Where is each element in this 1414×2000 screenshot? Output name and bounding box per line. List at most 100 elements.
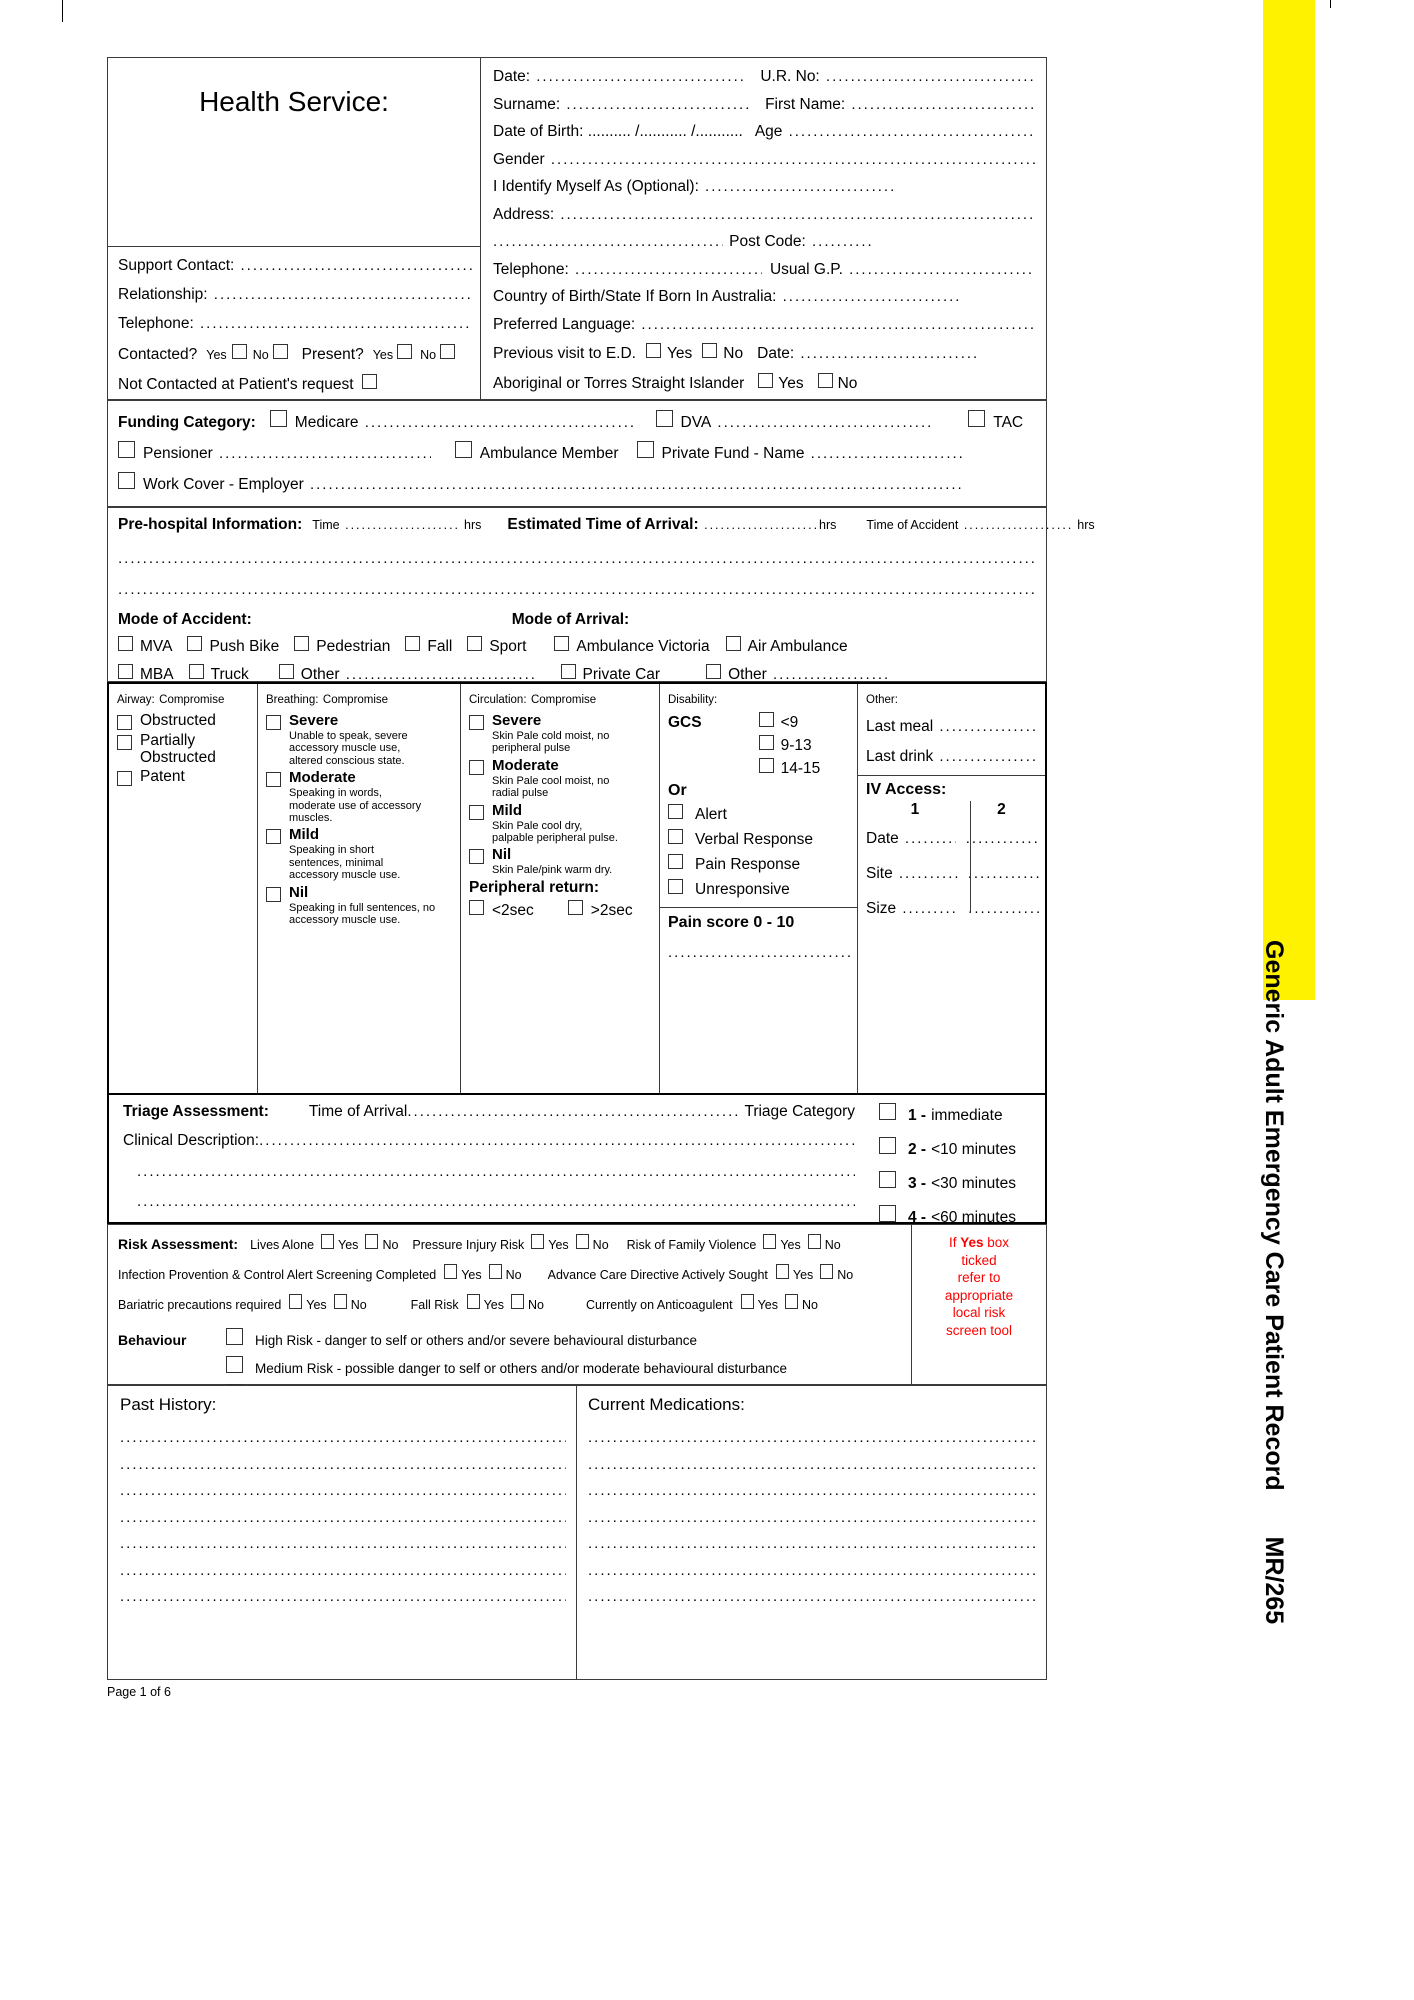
lives-alone-no-checkbox[interactable]	[365, 1234, 379, 1249]
arrival-ambulance-victoria-checkbox[interactable]	[554, 636, 570, 651]
advance-care-yes-checkbox[interactable]	[775, 1264, 789, 1279]
behaviour-medium-checkbox[interactable]	[226, 1356, 243, 1373]
aboriginal-no-checkbox[interactable]	[817, 372, 833, 388]
arrival-other-input[interactable]: ...................	[767, 666, 1036, 683]
airway-patent-checkbox[interactable]	[117, 771, 132, 786]
past-history-line-5[interactable]: ........................................…	[120, 1531, 566, 1558]
funding-pensioner-input[interactable]: ........................................…	[213, 445, 431, 462]
prehospital-notes-line-1[interactable]: ........................................…	[118, 550, 1036, 567]
triage-cat-4-checkbox[interactable]	[879, 1205, 896, 1222]
fall-risk-yes-checkbox[interactable]	[466, 1294, 480, 1309]
current-medications-line-1[interactable]: ........................................…	[588, 1425, 1036, 1452]
gcs-lt9-checkbox[interactable]	[758, 712, 774, 727]
date-input[interactable]: ........................................…	[530, 68, 746, 85]
accident-pushbike-checkbox[interactable]	[187, 636, 203, 651]
present-no-checkbox[interactable]	[440, 344, 456, 359]
infection-screening-yes-checkbox[interactable]	[444, 1264, 458, 1279]
circulation-nil-checkbox[interactable]	[469, 849, 484, 865]
peripheral-gt2sec-checkbox[interactable]	[567, 899, 583, 915]
iv-access-date-input-2[interactable]: ..............	[966, 830, 1039, 847]
accident-mba-checkbox[interactable]	[118, 664, 133, 679]
past-history-line-7[interactable]: ........................................…	[120, 1584, 566, 1611]
arrival-air-ambulance-checkbox[interactable]	[725, 636, 741, 651]
accident-sport-checkbox[interactable]	[467, 636, 483, 651]
lives-alone-yes-checkbox[interactable]	[321, 1234, 335, 1249]
contacted-yes-checkbox[interactable]	[231, 344, 247, 359]
past-history-line-6[interactable]: ........................................…	[120, 1558, 566, 1585]
airway-obstructed-checkbox[interactable]	[117, 715, 132, 730]
dob-input[interactable]: .......... /........... /...........	[583, 123, 743, 141]
breathing-nil-checkbox[interactable]	[266, 886, 281, 902]
country-birth-input[interactable]: .............................	[776, 288, 1036, 305]
support-contact-input[interactable]: ........................................…	[234, 257, 472, 274]
last-drink-input[interactable]: ......................	[933, 748, 1039, 765]
eta-input[interactable]: .....................	[699, 518, 819, 532]
bariatric-no-checkbox[interactable]	[333, 1294, 347, 1309]
funding-dva-checkbox[interactable]	[655, 410, 673, 427]
fall-risk-no-checkbox[interactable]	[511, 1294, 524, 1309]
funding-medicare-checkbox[interactable]	[269, 410, 287, 427]
pain-score-input[interactable]: .................................	[668, 944, 851, 961]
iv-access-site-input-2[interactable]: ..............	[968, 865, 1039, 882]
past-history-line-3[interactable]: ........................................…	[120, 1478, 566, 1505]
circulation-severe-checkbox[interactable]	[469, 715, 484, 730]
avpu-pain-checkbox[interactable]	[668, 854, 683, 869]
accident-truck-checkbox[interactable]	[188, 664, 204, 679]
current-medications-line-6[interactable]: ........................................…	[588, 1558, 1036, 1585]
current-medications-line-3[interactable]: ........................................…	[588, 1478, 1036, 1505]
current-medications-line-4[interactable]: ........................................…	[588, 1505, 1036, 1532]
triage-cat-3-checkbox[interactable]	[879, 1171, 896, 1188]
aboriginal-yes-checkbox[interactable]	[758, 372, 774, 388]
identify-as-input[interactable]: ...............................	[699, 178, 1036, 195]
peripheral-lt2sec-checkbox[interactable]	[469, 899, 484, 915]
current-medications-line-5[interactable]: ........................................…	[588, 1531, 1036, 1558]
funding-medicare-input[interactable]: ........................................…	[359, 414, 634, 431]
pressure-injury-yes-checkbox[interactable]	[531, 1234, 545, 1249]
airway-partially-obstructed-checkbox[interactable]	[117, 735, 132, 750]
anticoagulent-yes-checkbox[interactable]	[740, 1294, 754, 1309]
funding-workcover-checkbox[interactable]	[118, 472, 135, 489]
avpu-unresponsive-checkbox[interactable]	[668, 879, 683, 894]
family-violence-no-checkbox[interactable]	[807, 1234, 821, 1249]
accident-mva-checkbox[interactable]	[118, 636, 133, 651]
previous-visit-date-input[interactable]: .............................	[794, 345, 1036, 362]
past-history-line-4[interactable]: ........................................…	[120, 1505, 566, 1532]
past-history-line-1[interactable]: ........................................…	[120, 1425, 566, 1452]
funding-ambulance-checkbox[interactable]	[454, 441, 472, 458]
address-input[interactable]: ........................................…	[554, 206, 1036, 223]
previous-visit-yes-checkbox[interactable]	[646, 343, 661, 358]
gcs-9-13-checkbox[interactable]	[758, 735, 774, 750]
behaviour-high-checkbox[interactable]	[226, 1328, 243, 1345]
ur-no-input[interactable]: ........................................…	[820, 68, 1036, 85]
advance-care-no-checkbox[interactable]	[820, 1264, 834, 1279]
gender-input[interactable]: ........................................…	[545, 151, 1036, 168]
support-relationship-input[interactable]: ........................................…	[208, 286, 472, 303]
accident-fall-checkbox[interactable]	[405, 636, 421, 651]
usual-gp-input[interactable]: ..............................	[843, 261, 1036, 278]
surname-input[interactable]: ........................................…	[560, 96, 751, 113]
accident-other-checkbox[interactable]	[278, 664, 294, 679]
avpu-alert-checkbox[interactable]	[668, 804, 683, 819]
anticoagulent-no-checkbox[interactable]	[785, 1294, 799, 1309]
clinical-description-input-3[interactable]: ........................................…	[123, 1193, 855, 1210]
contacted-no-checkbox[interactable]	[272, 344, 288, 359]
past-history-line-2[interactable]: ........................................…	[120, 1452, 566, 1479]
avpu-verbal-checkbox[interactable]	[668, 829, 683, 844]
not-contacted-checkbox[interactable]	[361, 374, 377, 389]
arrival-other-checkbox[interactable]	[706, 664, 722, 679]
prehospital-time-input[interactable]: .....................	[340, 518, 460, 532]
time-accident-input[interactable]: ....................	[958, 518, 1073, 532]
gcs-14-15-checkbox[interactable]	[758, 758, 774, 773]
clinical-description-input-2[interactable]: ........................................…	[123, 1163, 855, 1180]
iv-access-size-input-2[interactable]: ..............	[968, 900, 1039, 917]
bariatric-yes-checkbox[interactable]	[289, 1294, 303, 1309]
age-input[interactable]: ........................................	[782, 123, 1036, 140]
family-violence-yes-checkbox[interactable]	[763, 1234, 777, 1249]
circulation-moderate-checkbox[interactable]	[469, 759, 484, 775]
breathing-mild-checkbox[interactable]	[266, 829, 281, 845]
funding-tac-checkbox[interactable]	[968, 410, 986, 427]
accident-other-input[interactable]: ...............................	[340, 666, 545, 683]
last-meal-input[interactable]: ......................	[933, 718, 1039, 735]
first-name-input[interactable]: .....................................	[845, 96, 1036, 113]
funding-pensioner-checkbox[interactable]	[118, 441, 135, 458]
